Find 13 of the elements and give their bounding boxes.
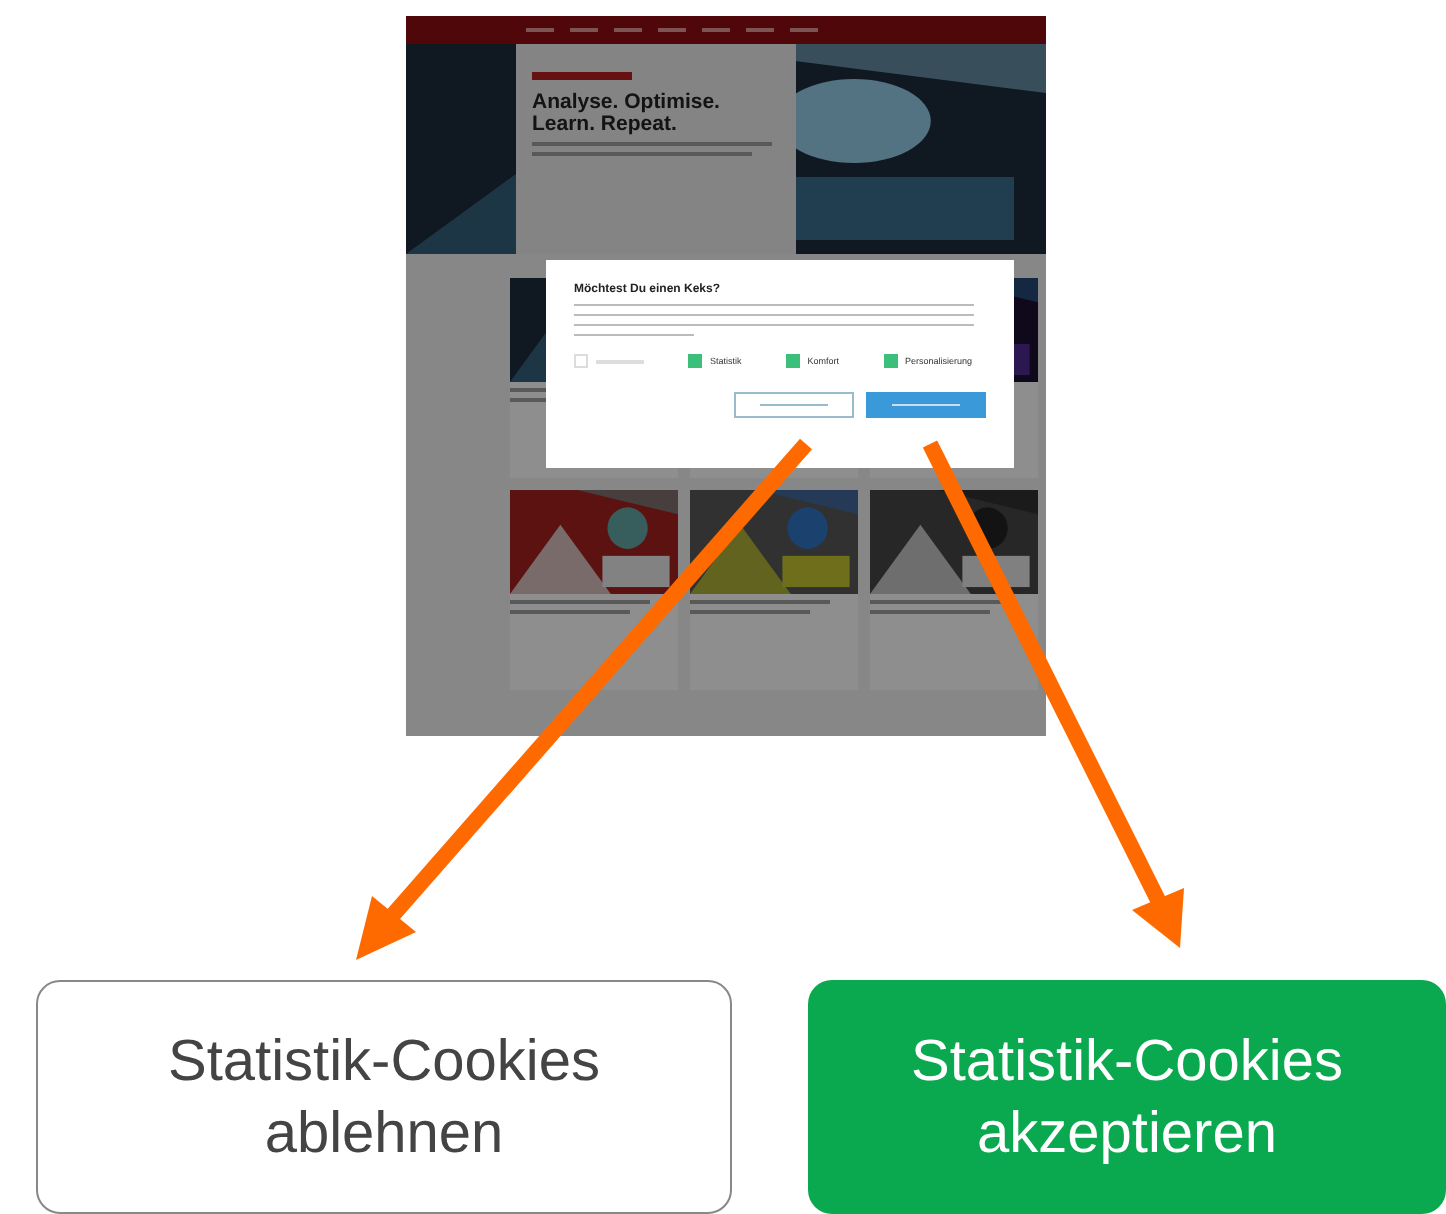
- checkbox[interactable]: [785, 354, 800, 368]
- accept-button[interactable]: [866, 392, 986, 418]
- logo: [532, 72, 632, 80]
- decline-button[interactable]: [734, 392, 854, 418]
- hero-title: Analyse. Optimise.: [532, 92, 722, 114]
- hero-title: Learn. Repeat.: [532, 114, 677, 136]
- article-card[interactable]: [690, 490, 858, 690]
- checkbox[interactable]: [883, 354, 898, 368]
- article-card[interactable]: [510, 490, 678, 690]
- accept-callout: Statistik-Cookies akzeptieren: [808, 980, 1446, 1214]
- checkbox[interactable]: [688, 354, 702, 368]
- decline-callout: Statistik-Cookies ablehnen: [36, 980, 732, 1214]
- article-card[interactable]: [870, 490, 1038, 690]
